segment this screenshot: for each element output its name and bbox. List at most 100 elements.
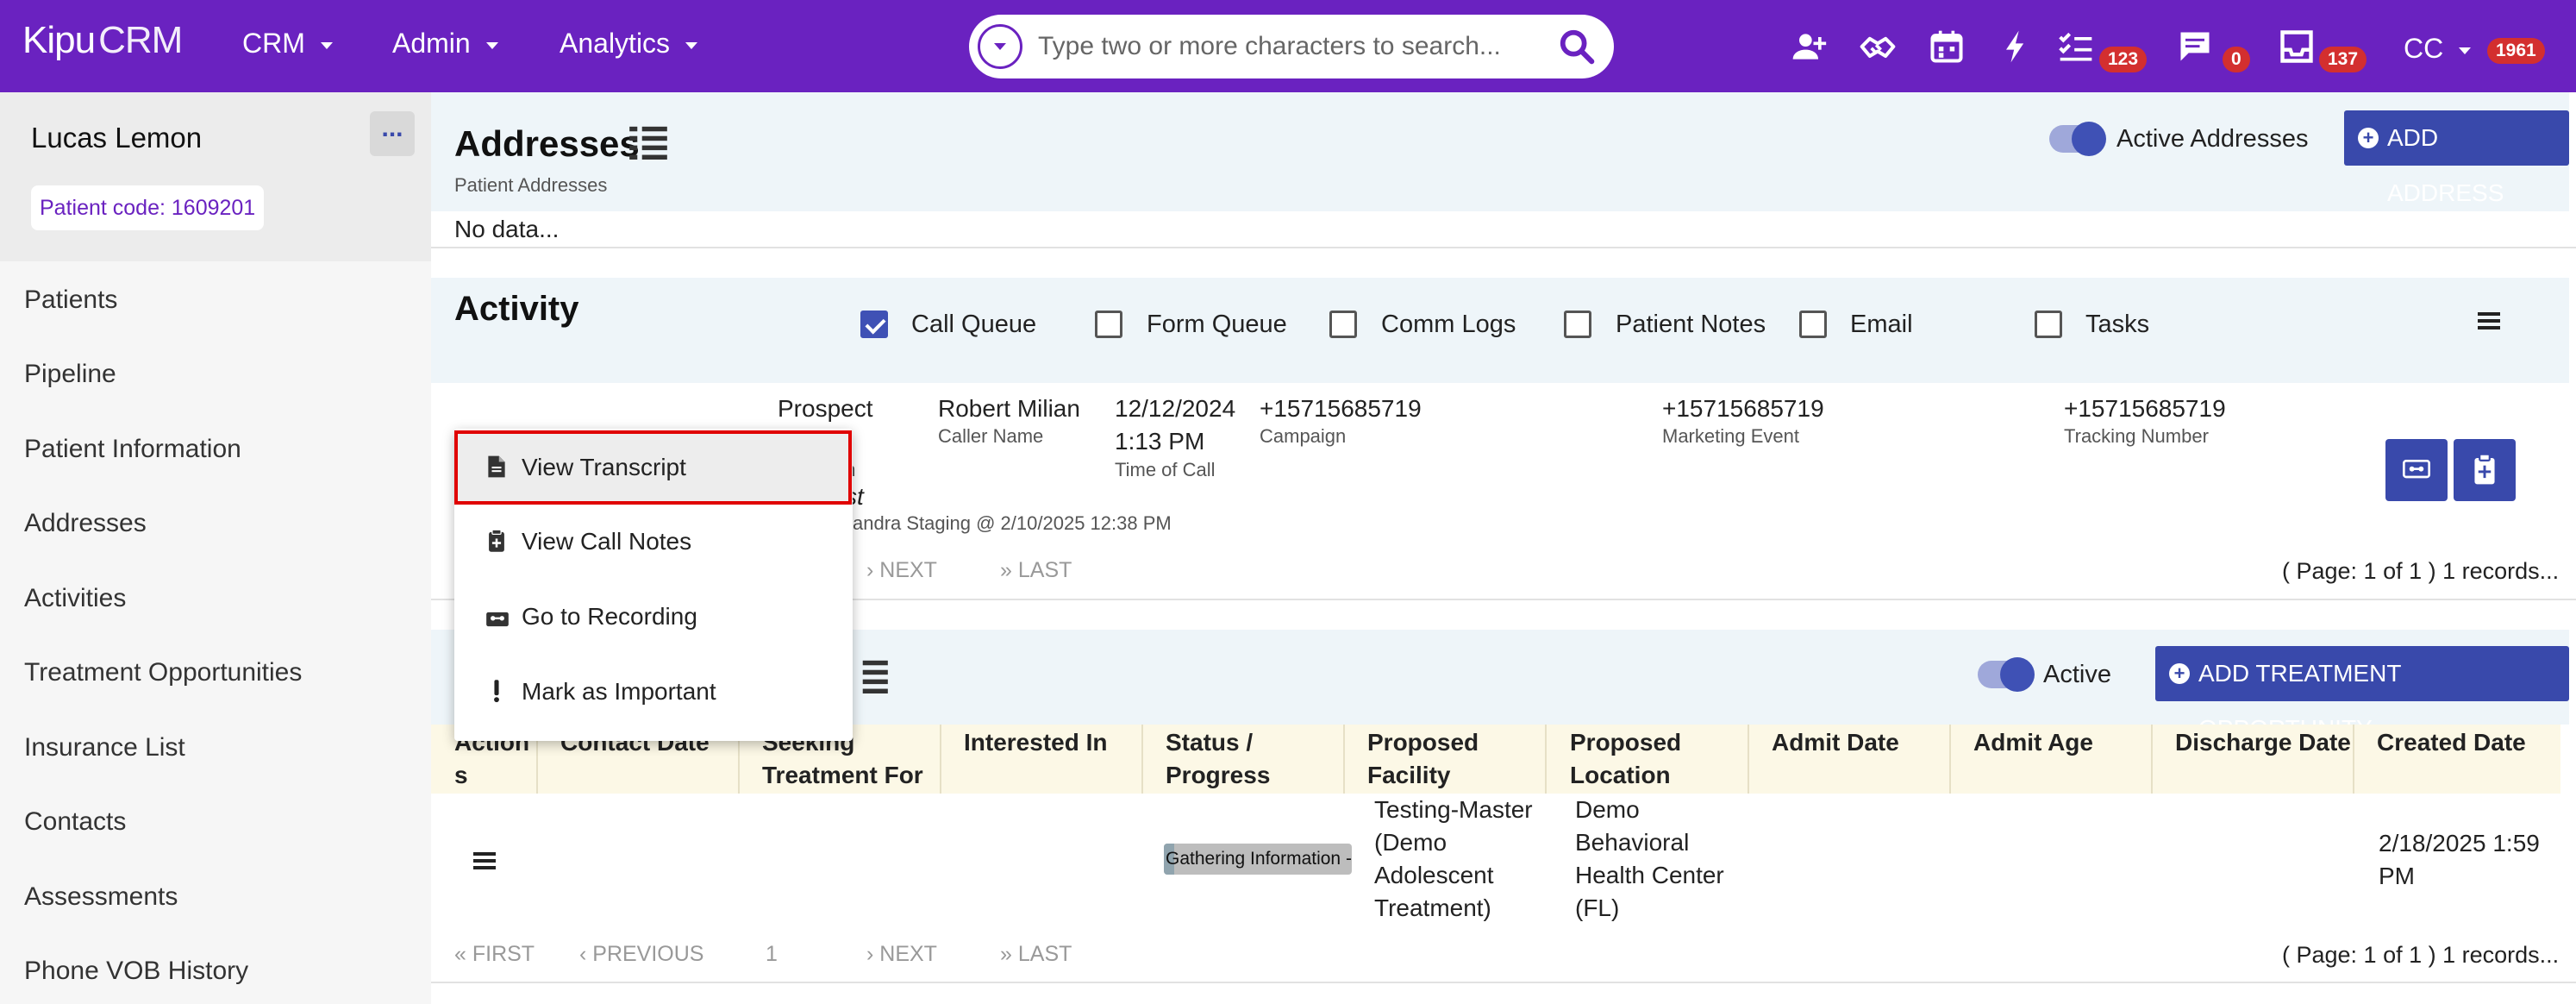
- col-proposed-facility[interactable]: Proposed Facility: [1367, 726, 1522, 792]
- chevron-down-icon: [320, 41, 333, 49]
- created-date-cell: 2/18/2025 1:59 PM: [2379, 827, 2540, 893]
- column-separator: [1748, 725, 1749, 794]
- filter-patient-notes-checkbox[interactable]: [1564, 311, 1591, 338]
- call-notes-button[interactable]: [2454, 439, 2516, 501]
- search-icon[interactable]: [1557, 27, 1597, 66]
- bolt-icon[interactable]: [1997, 28, 2035, 66]
- activity-menu-icon[interactable]: [2478, 312, 2500, 329]
- active-treatment-toggle[interactable]: [1978, 657, 2035, 692]
- col-interested-in[interactable]: Interested In: [964, 726, 1107, 759]
- inbox-icon[interactable]: [2278, 28, 2316, 66]
- col-status-progress[interactable]: Status / Progress: [1166, 726, 1338, 792]
- filter-tasks-checkbox[interactable]: [2035, 311, 2062, 338]
- nav-menu-admin[interactable]: Admin: [392, 28, 498, 60]
- location-line: (FL): [1575, 894, 1620, 921]
- sidebar-item-patient-information[interactable]: Patient Information: [24, 435, 241, 464]
- active-addresses-label: Active Addresses: [2116, 125, 2309, 153]
- sidebar-item-phone-vob-history[interactable]: Phone VOB History: [24, 957, 248, 986]
- col-created-date[interactable]: Created Date: [2377, 726, 2526, 759]
- inbox-badge: 137: [2319, 47, 2367, 72]
- checklist-icon[interactable]: [2057, 28, 2095, 66]
- toggle-knob: [2000, 657, 2035, 692]
- sidebar-item-addresses[interactable]: Addresses: [24, 509, 147, 538]
- campaign-label: Campaign: [1260, 425, 1347, 447]
- chevron-down-icon: [994, 43, 1006, 50]
- treatment-page-number[interactable]: 1: [766, 942, 778, 967]
- facility-line: Treatment): [1374, 894, 1491, 921]
- sidebar-item-activities[interactable]: Activities: [24, 584, 126, 613]
- sidebar-item-patients[interactable]: Patients: [24, 286, 117, 315]
- filter-email-label: Email: [1850, 311, 1913, 338]
- tracking-number-label: Tracking Number: [2064, 425, 2209, 447]
- list-view-icon[interactable]: [850, 659, 888, 693]
- user-menu[interactable]: CC: [2404, 33, 2472, 65]
- add-address-button[interactable]: + ADD ADDRESS: [2344, 110, 2569, 206]
- plus-circle-icon: +: [2358, 128, 2379, 148]
- chevron-down-icon: [2459, 47, 2472, 54]
- active-addresses-toggle[interactable]: [2049, 122, 2106, 156]
- treatment-next-button[interactable]: › NEXT: [866, 942, 937, 967]
- sidebar: Lucas Lemon ... Patient code: 1609201 Pa…: [0, 92, 431, 1004]
- plus-circle-icon: +: [2169, 663, 2190, 684]
- activity-last-button[interactable]: » LAST: [1000, 558, 1072, 583]
- filter-comm-logs-checkbox[interactable]: [1329, 311, 1357, 338]
- recording-button[interactable]: [2385, 439, 2448, 501]
- sidebar-item-treatment-opportunities[interactable]: Treatment Opportunities: [24, 658, 302, 687]
- filter-form-queue-label: Form Queue: [1147, 311, 1287, 338]
- chat-icon[interactable]: [2176, 28, 2214, 66]
- menu-item-view-call-notes[interactable]: View Call Notes: [454, 505, 853, 579]
- col-admit-date[interactable]: Admit Date: [1772, 726, 1899, 759]
- add-treatment-opportunity-button[interactable]: +ADD TREATMENT OPPORTUNITY: [2155, 646, 2569, 742]
- filter-form-queue-checkbox[interactable]: [1095, 311, 1122, 338]
- location-line: Demo: [1575, 796, 1640, 823]
- campaign: +15715685719: [1260, 395, 1422, 422]
- filter-patient-notes-label: Patient Notes: [1616, 311, 1766, 338]
- treatment-last-button[interactable]: » LAST: [1000, 942, 1072, 967]
- divider: [431, 982, 2576, 983]
- treatment-previous-button[interactable]: ‹ PREVIOUS: [579, 942, 704, 967]
- sidebar-item-insurance-list[interactable]: Insurance List: [24, 733, 185, 762]
- more-options-button[interactable]: ...: [370, 111, 415, 156]
- menu-item-label: Mark as Important: [522, 678, 716, 705]
- col-discharge-date[interactable]: Discharge Date: [2175, 726, 2351, 759]
- activity-next-button[interactable]: › NEXT: [866, 558, 937, 583]
- caller-name-label: Caller Name: [938, 425, 1044, 447]
- add-user-icon[interactable]: [1790, 28, 1828, 66]
- col-admit-age[interactable]: Admit Age: [1973, 726, 2093, 759]
- calendar-icon[interactable]: [1928, 28, 1966, 66]
- nav-menu-analytics[interactable]: Analytics: [560, 28, 698, 60]
- activity-pager-info: ( Page: 1 of 1 ) 1 records...: [2282, 558, 2560, 584]
- list-view-icon[interactable]: [629, 125, 667, 160]
- sidebar-item-assessments[interactable]: Assessments: [24, 882, 178, 912]
- cassette-icon: [486, 612, 509, 627]
- column-separator: [1949, 725, 1951, 794]
- search-input[interactable]: [1038, 27, 1547, 66]
- filter-email-checkbox[interactable]: [1799, 311, 1827, 338]
- created-line: 2/18/2025 1:59: [2379, 830, 2540, 857]
- col-proposed-location[interactable]: Proposed Location: [1570, 726, 1734, 792]
- logo[interactable]: KipuCRM: [22, 19, 183, 62]
- nav-menu-crm[interactable]: CRM: [242, 28, 333, 60]
- user-badge: 1961: [2487, 38, 2545, 64]
- activity-title: Activity: [454, 290, 579, 328]
- next-label: NEXT: [879, 558, 937, 582]
- nav-menu-label: Analytics: [560, 28, 671, 59]
- treatment-first-button[interactable]: « FIRST: [454, 942, 535, 967]
- filter-call-queue-checkbox[interactable]: [860, 311, 888, 338]
- menu-item-go-to-recording[interactable]: Go to Recording: [454, 580, 853, 654]
- previous-label: PREVIOUS: [592, 942, 704, 966]
- sidebar-item-contacts[interactable]: Contacts: [24, 807, 126, 837]
- exclamation-icon: [494, 680, 499, 703]
- brand-name: Kipu: [22, 19, 96, 61]
- addresses-panel: Addresses Patient Addresses Active Addre…: [431, 92, 2569, 211]
- column-separator: [1141, 725, 1143, 794]
- handshake-icon[interactable]: [1859, 28, 1897, 66]
- filter-comm-logs-label: Comm Logs: [1381, 311, 1516, 338]
- addresses-empty-text: No data...: [454, 216, 560, 242]
- row-actions-menu-icon[interactable]: [473, 852, 496, 869]
- column-separator: [2151, 725, 2153, 794]
- search-scope-dropdown[interactable]: [978, 24, 1022, 69]
- user-initials: CC: [2404, 33, 2444, 64]
- sidebar-item-pipeline[interactable]: Pipeline: [24, 360, 116, 389]
- menu-item-mark-as-important[interactable]: Mark as Important: [454, 655, 853, 729]
